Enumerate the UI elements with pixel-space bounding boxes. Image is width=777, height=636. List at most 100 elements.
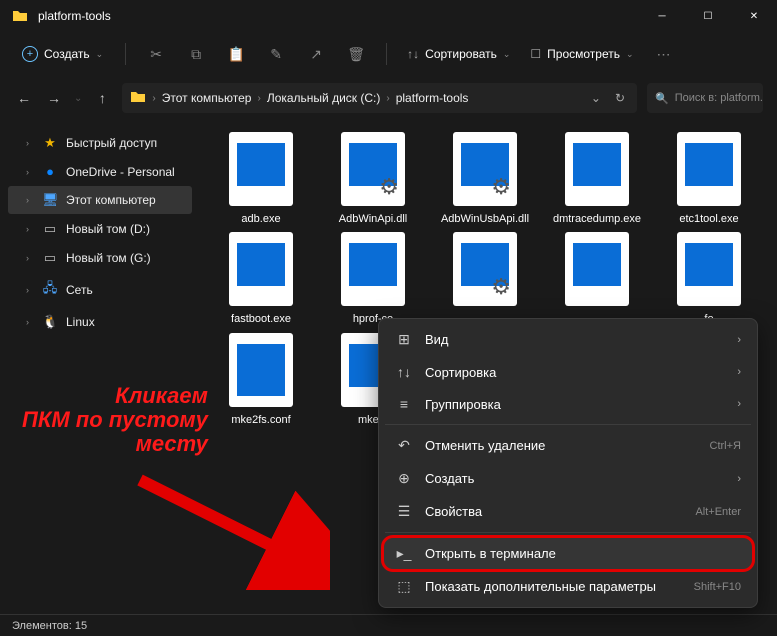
create-button[interactable]: + Создать ⌄ (12, 42, 113, 66)
context-menu-item[interactable]: ☰ Свойства Alt+Enter (383, 495, 753, 528)
sidebar-icon: 🖧 (42, 279, 58, 301)
menu-label: Сортировка (425, 365, 725, 380)
breadcrumb[interactable]: Этот компьютер (162, 91, 252, 105)
file-name: AdbWinUsbApi.dll (441, 212, 529, 226)
chevron-down-icon: ⌄ (96, 49, 104, 60)
menu-label: Свойства (425, 504, 683, 519)
context-menu-item[interactable]: ↑↓Сортировка› (383, 356, 753, 388)
file-name: fastboot.exe (231, 312, 291, 326)
file-icon (341, 232, 405, 306)
file-name: adb.exe (241, 212, 280, 226)
sidebar-item[interactable]: ›▭Новый том (D:) (8, 215, 192, 243)
chevron-down-icon: ⌄ (503, 49, 511, 60)
more-icon[interactable]: ⋯ (646, 38, 682, 70)
file-item[interactable]: mke2fs.conf (212, 333, 310, 427)
sidebar-item-label: Новый том (D:) (66, 222, 150, 236)
breadcrumb[interactable]: platform-tools (396, 91, 469, 105)
file-item[interactable] (548, 232, 646, 326)
context-menu-item[interactable]: ⬚ Показать дополнительные параметры Shift+… (383, 570, 753, 603)
sidebar-item[interactable]: ›●OneDrive - Personal (8, 158, 192, 185)
file-icon (453, 232, 517, 306)
delete-icon[interactable]: 🗑 (338, 38, 374, 70)
search-icon: 🔍 (655, 92, 669, 105)
sidebar-item[interactable]: ›🖥Этот компьютер (8, 186, 192, 214)
cut-icon[interactable]: ✂ (138, 38, 174, 70)
file-name: etc1tool.exe (679, 212, 738, 226)
context-menu-item[interactable]: ≡Группировка› (383, 388, 753, 420)
context-menu-item[interactable]: ⊕Создать› (383, 462, 753, 495)
file-item[interactable] (436, 232, 534, 326)
up-button[interactable]: ↑ (92, 90, 112, 106)
menu-icon: ☰ (395, 503, 413, 520)
file-item[interactable]: etc1tool.exe (660, 132, 758, 226)
sidebar-item[interactable]: ›▭Новый том (G:) (8, 244, 192, 272)
breadcrumb[interactable]: Локальный диск (C:) (267, 91, 381, 105)
sidebar-item-label: Linux (66, 315, 95, 329)
chevron-down-icon: ⌄ (626, 49, 634, 60)
file-icon (453, 132, 517, 206)
folder-icon (130, 89, 146, 108)
menu-icon: ≡ (395, 396, 413, 412)
file-icon (341, 132, 405, 206)
rename-icon[interactable]: ✎ (258, 38, 294, 70)
file-icon (677, 232, 741, 306)
back-button[interactable]: ← (14, 90, 34, 106)
menu-label: Открыть в терминале (425, 546, 741, 561)
file-item[interactable]: fo (660, 232, 758, 326)
shortcut: Shift+F10 (694, 581, 741, 593)
chevron-down-icon[interactable]: ⌄ (74, 93, 82, 104)
context-menu: ⊞Вид›↑↓Сортировка›≡Группировка›↶Отменить… (378, 318, 758, 608)
menu-label: Отменить удаление (425, 438, 698, 453)
file-icon (229, 132, 293, 206)
file-icon (565, 232, 629, 306)
file-icon (229, 333, 293, 407)
folder-icon (12, 8, 28, 24)
sidebar-icon: 🐧 (42, 314, 58, 330)
sidebar-item[interactable]: ›🐧Linux (8, 308, 192, 336)
maximize-button[interactable]: ☐ (685, 0, 731, 32)
context-menu-item[interactable]: ▸_Открыть в терминале (383, 537, 753, 570)
file-item[interactable]: hprof-co (324, 232, 422, 326)
share-icon[interactable]: ↗ (298, 38, 334, 70)
menu-label: Создать (425, 471, 725, 486)
context-menu-item[interactable]: ↶Отменить удалениеCtrl+Я (383, 429, 753, 462)
sidebar-item[interactable]: ›🖧Сеть (8, 273, 192, 307)
file-item[interactable]: AdbWinApi.dll (324, 132, 422, 226)
close-button[interactable]: ✕ (731, 0, 777, 32)
search-input[interactable]: 🔍 Поиск в: platform... (647, 83, 763, 113)
address-bar[interactable]: › Этот компьютер › Локальный диск (C:) ›… (122, 83, 637, 113)
window-title: platform-tools (38, 9, 639, 23)
sort-button[interactable]: ↑↓ Сортировать ⌄ (399, 43, 518, 65)
menu-icon: ⊞ (395, 331, 413, 348)
file-icon (677, 132, 741, 206)
shortcut: Alt+Enter (695, 506, 741, 518)
menu-label: Показать дополнительные параметры (425, 579, 682, 594)
paste-icon[interactable]: 📋 (218, 38, 254, 70)
minimize-button[interactable]: ─ (639, 0, 685, 32)
plus-icon: + (22, 46, 38, 62)
file-icon (565, 132, 629, 206)
sidebar-item-label: OneDrive - Personal (66, 165, 175, 179)
sidebar-item-label: Сеть (66, 283, 93, 297)
file-item[interactable]: adb.exe (212, 132, 310, 226)
chevron-down-icon[interactable]: ⌄ (591, 91, 601, 105)
file-item[interactable]: dmtracedump.exe (548, 132, 646, 226)
sidebar-item-label: Этот компьютер (66, 193, 156, 207)
chevron-right-icon: › (737, 398, 741, 410)
annotation-text: Кликаем ПКМ по пустому месту (22, 384, 208, 457)
forward-button[interactable]: → (44, 90, 64, 106)
menu-icon: ⬚ (395, 578, 413, 595)
refresh-icon[interactable]: ↻ (615, 91, 625, 105)
sidebar-icon: ▭ (42, 250, 58, 266)
copy-icon[interactable]: ⧉ (178, 38, 214, 70)
chevron-right-icon: › (737, 366, 741, 378)
context-menu-item[interactable]: ⊞Вид› (383, 323, 753, 356)
sidebar-icon: ● (42, 164, 58, 179)
chevron-right-icon: › (737, 473, 741, 485)
file-item[interactable]: AdbWinUsbApi.dll (436, 132, 534, 226)
view-button[interactable]: ☐ Просмотреть ⌄ (522, 43, 641, 65)
file-item[interactable]: fastboot.exe (212, 232, 310, 326)
menu-icon: ↶ (395, 437, 413, 454)
sidebar-icon: ★ (42, 135, 58, 151)
sidebar-item[interactable]: ›★Быстрый доступ (8, 129, 192, 157)
